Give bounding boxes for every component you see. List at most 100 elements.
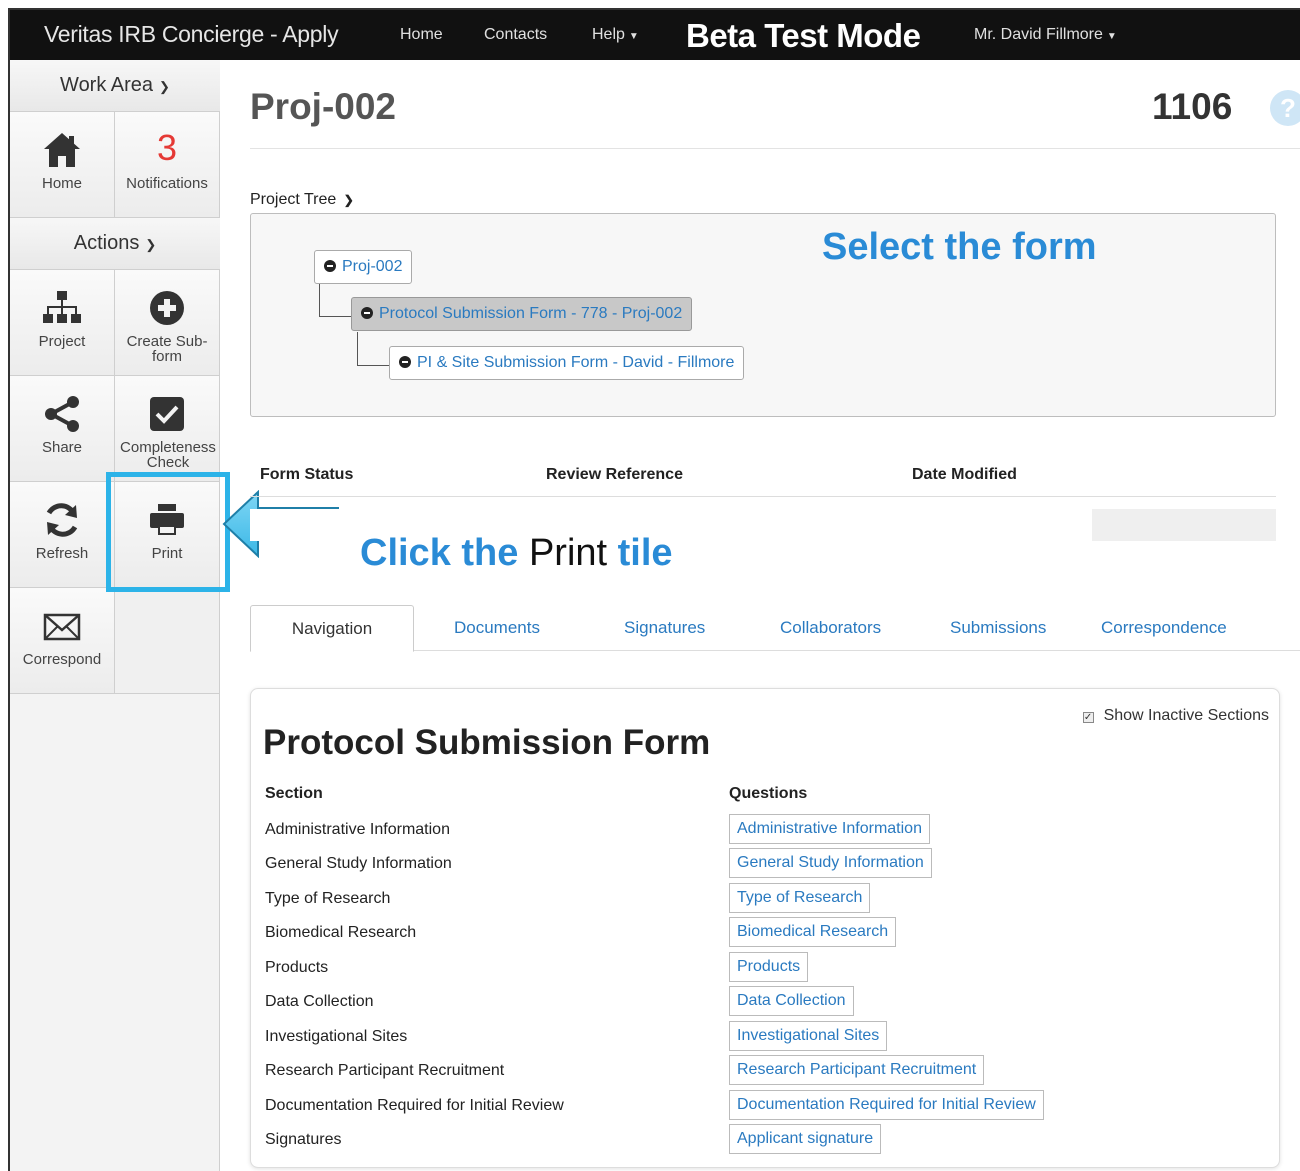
refresh-tile[interactable]: Refresh (10, 482, 115, 588)
form-panel: ✓ Show Inactive Sections Protocol Submiss… (250, 688, 1280, 1168)
questions-column-header: Questions (729, 785, 808, 802)
collapse-icon (324, 260, 336, 272)
question-button[interactable]: General Study Information (729, 848, 932, 878)
app-frame: Veritas IRB Concierge - Apply Home Conta… (8, 8, 1300, 1171)
tree-node-protocol-form[interactable]: Protocol Submission Form - 778 - Proj-00… (351, 297, 693, 331)
section-label: Administrative Information (265, 821, 450, 838)
create-subform-tile-label: Create Sub-form (115, 334, 219, 364)
refresh-icon (10, 500, 114, 540)
form-title: Protocol Submission Form (263, 723, 711, 762)
home-icon (10, 130, 114, 170)
section-label: General Study Information (265, 855, 452, 872)
section-label: Signatures (265, 1131, 342, 1148)
tree-node-pi-site-form[interactable]: PI & Site Submission Form - David - Fill… (389, 346, 745, 380)
tab-submissions[interactable]: Submissions (950, 618, 1046, 638)
form-status-header: Form Status (260, 466, 354, 483)
section-label: Investigational Sites (265, 1028, 408, 1045)
question-button[interactable]: Products (729, 952, 809, 982)
question-button[interactable]: Data Collection (729, 986, 854, 1016)
project-number: 1106 (1152, 86, 1233, 127)
tab-correspondence[interactable]: Correspondence (1101, 618, 1227, 638)
show-inactive-toggle[interactable]: ✓ Show Inactive Sections (1082, 707, 1269, 725)
question-button[interactable]: Investigational Sites (729, 1021, 888, 1051)
tab-collaborators[interactable]: Collaborators (780, 618, 881, 638)
click-callout-suffix: tile (617, 532, 673, 574)
nav-help-menu[interactable]: Help ▼ (592, 26, 639, 44)
share-icon (10, 394, 114, 434)
project-tile-label: Project (38, 333, 86, 350)
chevron-down-icon: ❯ (159, 79, 170, 94)
actions-header[interactable]: Actions ❯ (10, 218, 220, 270)
question-button[interactable]: Applicant signature (729, 1124, 882, 1154)
app-brand[interactable]: Veritas IRB Concierge - Apply (44, 21, 339, 48)
collapse-icon (399, 356, 411, 368)
tree-node-root-label: Proj-002 (342, 258, 403, 275)
caret-down-icon: ▼ (628, 31, 639, 42)
section-label: Documentation Required for Initial Revie… (265, 1097, 564, 1114)
completeness-check-tile[interactable]: Completeness Check (115, 376, 220, 482)
page-title: Proj-002 (250, 86, 397, 127)
project-tree-toggle[interactable]: Project Tree ❯ (250, 191, 354, 209)
user-menu[interactable]: Mr. David Fillmore ▼ (974, 26, 1117, 44)
click-callout-target: Print (528, 532, 608, 574)
click-callout-prefix: Click the (360, 532, 519, 574)
correspond-tile[interactable]: Correspond (10, 588, 115, 694)
print-tile-highlight (106, 472, 230, 592)
section-label: Research Participant Recruitment (265, 1062, 505, 1079)
date-modified-header: Date Modified (912, 466, 1017, 483)
project-tree-label: Project Tree (250, 191, 337, 208)
tree-node-root[interactable]: Proj-002 (314, 250, 413, 284)
checkbox-checked-icon (115, 394, 219, 434)
sidebar-divider (115, 694, 220, 1171)
work-area-header[interactable]: Work Area ❯ (10, 60, 220, 112)
share-tile[interactable]: Share (10, 376, 115, 482)
title-divider (250, 148, 1300, 149)
home-tile[interactable]: Home (10, 112, 115, 218)
review-reference-header: Review Reference (546, 466, 683, 483)
checkbox-checked-icon[interactable]: ✓ (1082, 712, 1094, 723)
sitemap-icon (10, 288, 114, 328)
chevron-down-icon: ❯ (343, 193, 354, 207)
status-row-cell (1092, 509, 1276, 541)
status-divider (250, 496, 1276, 497)
section-label: Biomedical Research (265, 924, 417, 941)
create-subform-tile[interactable]: Create Sub-form (115, 270, 220, 376)
completeness-tile-label: Completeness Check (111, 440, 225, 470)
section-label: Products (265, 959, 329, 976)
envelope-icon (10, 606, 114, 646)
nav-home-link[interactable]: Home (400, 26, 443, 44)
empty-tile (115, 588, 220, 694)
notifications-count: 3 (156, 127, 178, 168)
project-tree: Proj-002 Protocol Submission Form - 778 … (250, 213, 1276, 417)
top-navbar: Veritas IRB Concierge - Apply Home Conta… (10, 10, 1300, 60)
tab-signatures[interactable]: Signatures (624, 618, 705, 638)
chevron-down-icon: ❯ (145, 237, 157, 252)
section-label: Data Collection (265, 993, 374, 1010)
create-subform-label-line-2: form (152, 348, 182, 365)
question-button[interactable]: Documentation Required for Initial Revie… (729, 1090, 1044, 1120)
user-name: Mr. David Fillmore (974, 26, 1103, 43)
refresh-tile-label: Refresh (35, 545, 89, 562)
share-tile-label: Share (41, 439, 83, 456)
sidebar: Work Area ❯ Home 3 Notifications Actions ❯… (10, 60, 220, 1171)
question-button[interactable]: Administrative Information (729, 814, 930, 844)
question-button[interactable]: Type of Research (729, 883, 871, 913)
tree-connector (319, 284, 351, 317)
question-button[interactable]: Biomedical Research (729, 917, 897, 947)
home-tile-label: Home (41, 175, 82, 192)
tree-node-protocol-form-label: Protocol Submission Form - 778 - Proj-00… (379, 305, 683, 322)
plus-circle-icon (115, 288, 219, 328)
caret-down-icon: ▼ (1106, 31, 1117, 42)
collapse-icon (361, 307, 373, 319)
help-icon[interactable]: ? (1270, 90, 1300, 126)
tab-documents[interactable]: Documents (454, 618, 540, 638)
tree-connector (357, 332, 389, 366)
question-button[interactable]: Research Participant Recruitment (729, 1055, 985, 1085)
tab-navigation[interactable]: Navigation (250, 605, 414, 652)
nav-help-label: Help (592, 26, 625, 43)
completeness-label-line-2: Check (146, 454, 190, 471)
project-tile[interactable]: Project (10, 270, 115, 376)
notifications-tile[interactable]: 3 Notifications (115, 112, 220, 218)
nav-contacts-link[interactable]: Contacts (484, 26, 547, 44)
section-column-header: Section (265, 785, 323, 802)
